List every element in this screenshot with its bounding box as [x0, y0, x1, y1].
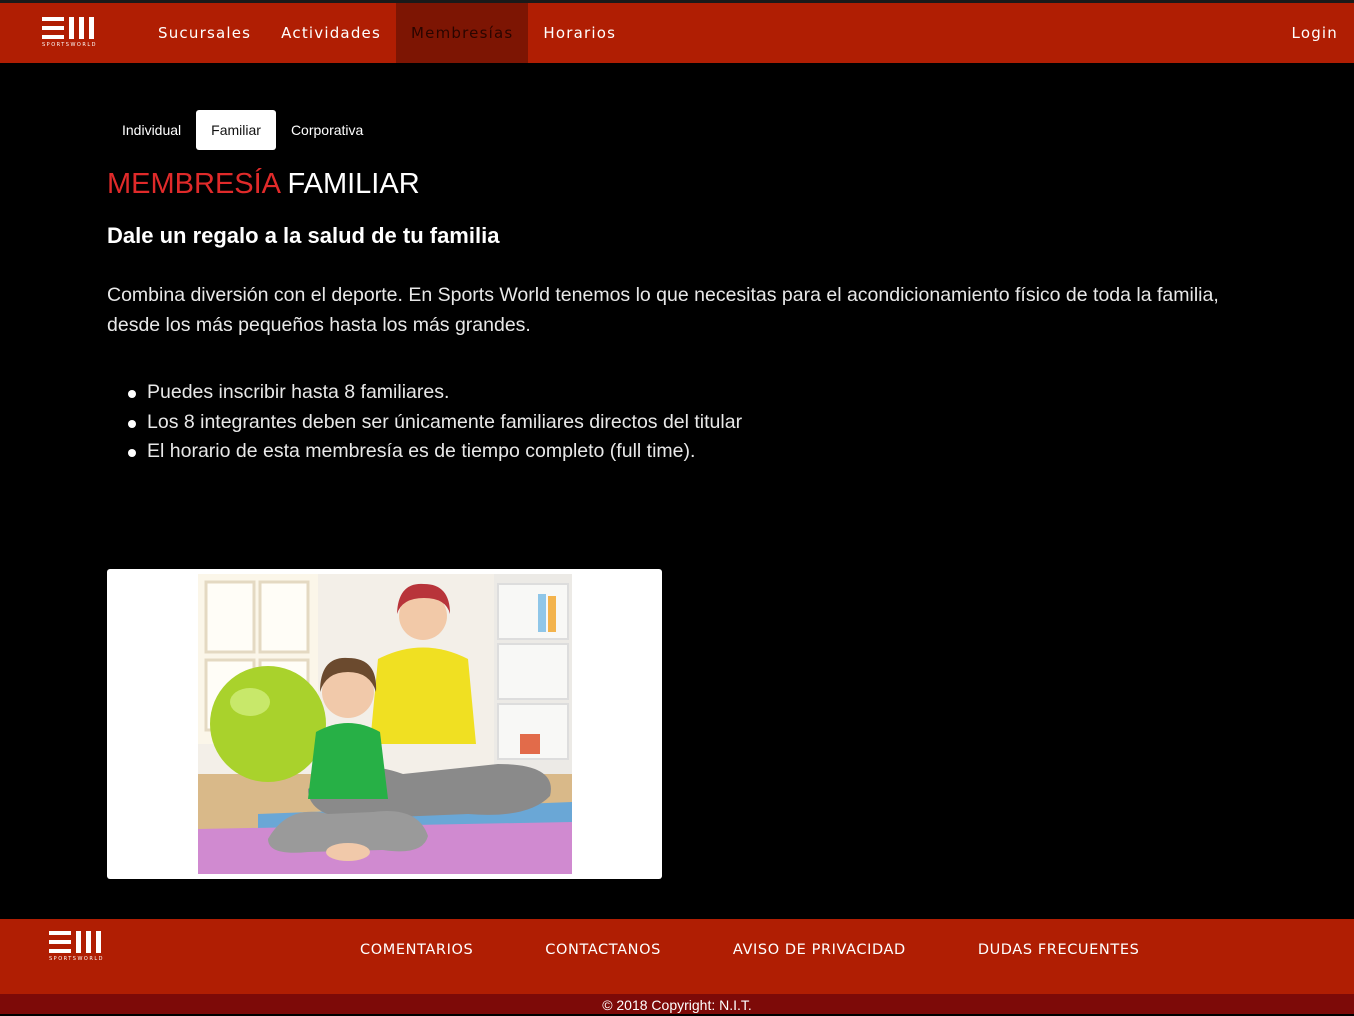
logo-mark	[42, 17, 100, 39]
nav-item-membresias[interactable]: Membresías	[396, 3, 529, 63]
nav-item-horarios[interactable]: Horarios	[528, 3, 631, 63]
membership-tabs: Individual Familiar Corporativa	[107, 110, 378, 150]
nav-item-sucursales[interactable]: Sucursales	[143, 3, 266, 63]
family-photo	[198, 574, 572, 874]
feature-list: Puedes inscribir hasta 8 familiares. Los…	[107, 378, 742, 467]
tab-individual[interactable]: Individual	[107, 110, 196, 150]
list-item: Los 8 integrantes deben ser únicamente f…	[107, 408, 742, 438]
copyright: © 2018 Copyright: N.I.T.	[0, 994, 1354, 1014]
page-title: MEMBRESÍA FAMILIAR	[107, 168, 420, 201]
image-card	[107, 569, 662, 879]
footer-links: COMENTARIOS CONTACTANOS AVISO DE PRIVACI…	[324, 919, 1175, 981]
login-link[interactable]: Login	[1292, 3, 1338, 63]
footer: SPORTSWORLD COMENTARIOS CONTACTANOS AVIS…	[0, 919, 1354, 994]
nav-item-actividades[interactable]: Actividades	[266, 3, 396, 63]
list-item: El horario de esta membresía es de tiemp…	[107, 437, 742, 467]
list-item: Puedes inscribir hasta 8 familiares.	[107, 378, 742, 408]
nav-menu: Sucursales Actividades Membresías Horari…	[143, 3, 631, 63]
footer-logo[interactable]: SPORTSWORLD	[49, 931, 107, 971]
navbar: SPORTSWORLD Sucursales Actividades Membr…	[0, 3, 1354, 63]
logo-mark	[49, 931, 107, 953]
tab-familiar[interactable]: Familiar	[196, 110, 276, 150]
footer-link-contactanos[interactable]: CONTACTANOS	[509, 942, 697, 958]
page-title-highlight: MEMBRESÍA	[107, 168, 280, 200]
footer-link-aviso-privacidad[interactable]: AVISO DE PRIVACIDAD	[697, 942, 942, 958]
tab-corporativa[interactable]: Corporativa	[276, 110, 378, 150]
logo-wordmark: SPORTSWORLD	[42, 42, 97, 48]
footer-link-dudas-frecuentes[interactable]: DUDAS FRECUENTES	[942, 942, 1176, 958]
footer-link-comentarios[interactable]: COMENTARIOS	[324, 942, 509, 958]
membership-description: Combina diversión con el deporte. En Spo…	[107, 284, 1219, 336]
logo-wordmark: SPORTSWORLD	[49, 956, 104, 962]
logo[interactable]: SPORTSWORLD	[42, 17, 100, 57]
page-subtitle: Dale un regalo a la salud de tu familia	[107, 223, 500, 248]
page-title-rest: FAMILIAR	[287, 168, 420, 200]
